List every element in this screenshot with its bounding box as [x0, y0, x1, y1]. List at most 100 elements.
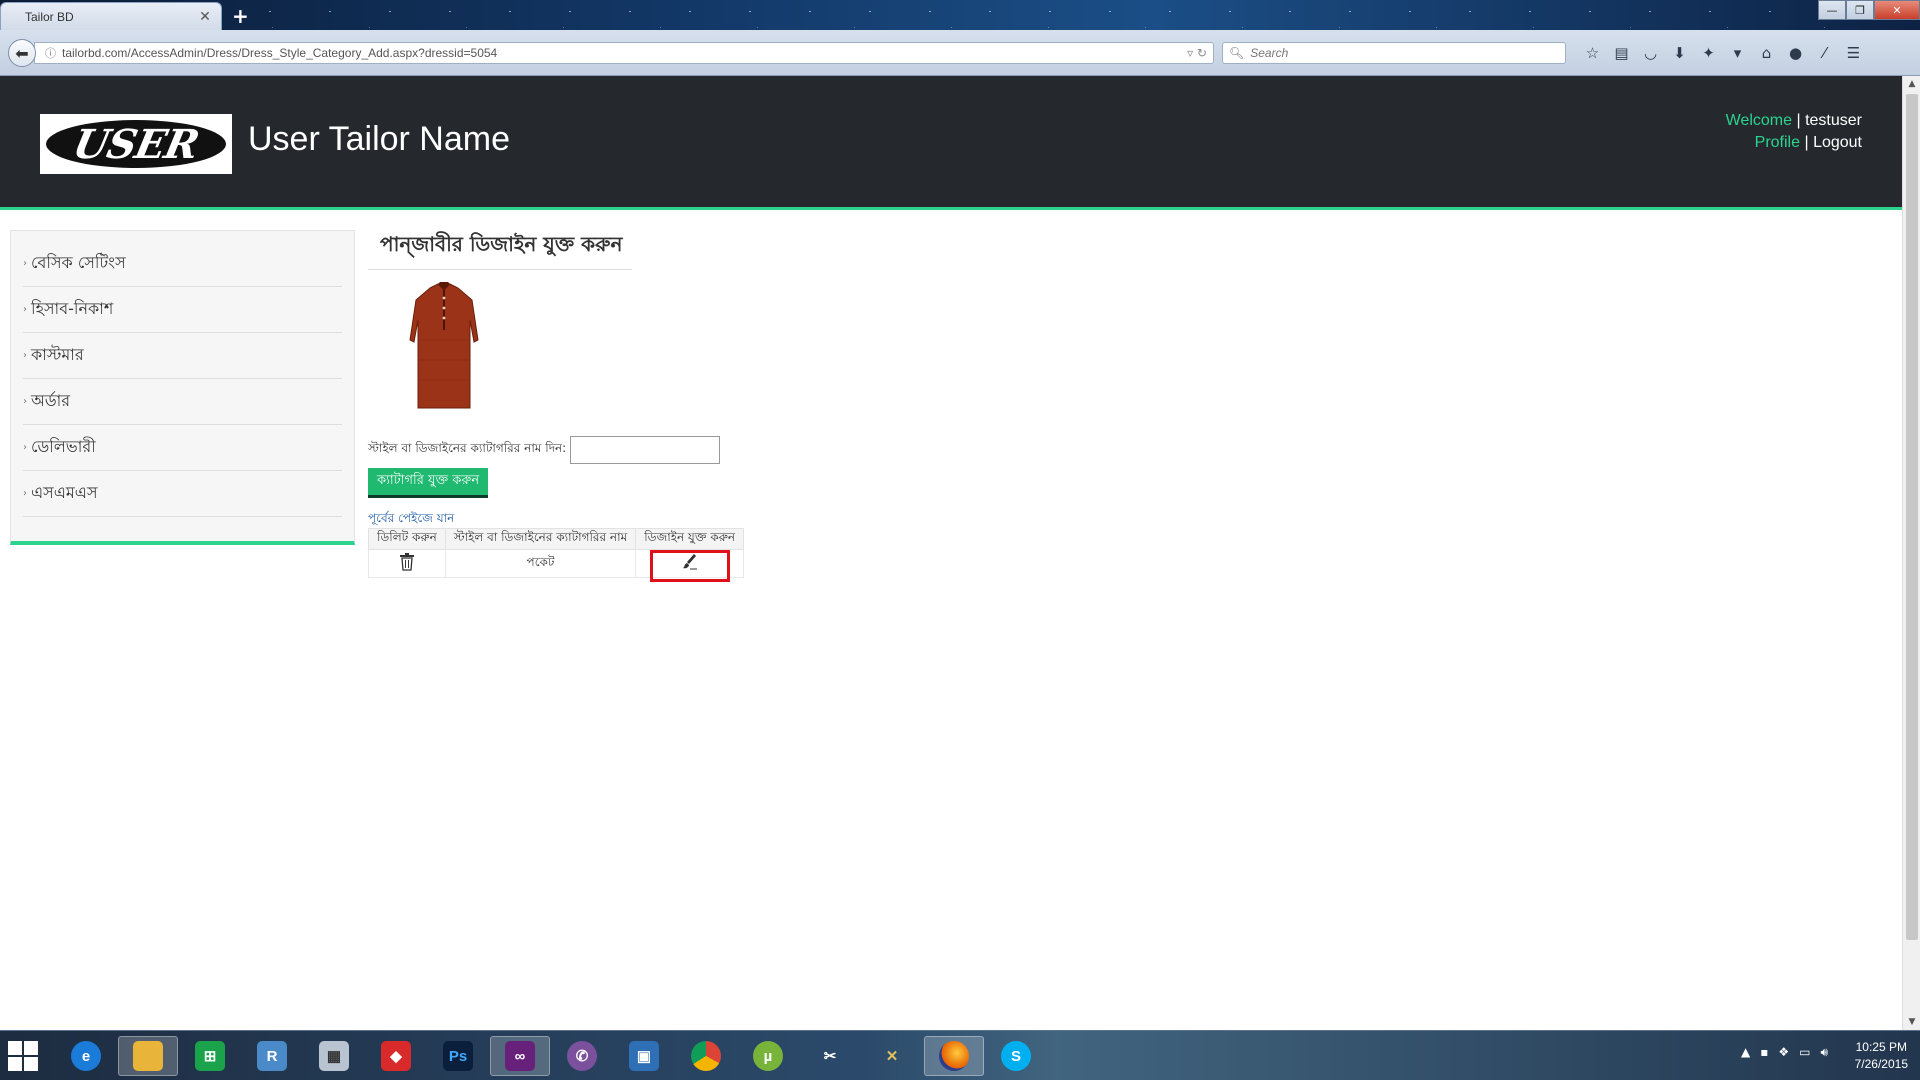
minimize-button[interactable]: —	[1818, 0, 1846, 20]
web-page: USER User Tailor Name Welcome | testuser…	[0, 76, 1902, 1030]
add-design-cell	[635, 549, 745, 582]
sidebar-item-delivery[interactable]: › ডেলিভারী	[23, 425, 342, 471]
visual-studio-icon[interactable]: ∞	[490, 1036, 550, 1076]
browser-navbar: ⓘ tailorbd.com/AccessAdmin/Dress/Dress_S…	[0, 30, 1920, 76]
menu-icon[interactable]: ☰	[1839, 42, 1868, 64]
network-icon[interactable]: ▣	[614, 1036, 674, 1076]
sidebar-item-basic-settings[interactable]: › বেসিক সেটিংস	[23, 241, 342, 287]
logout-link[interactable]: Logout	[1813, 134, 1862, 151]
viber-icon[interactable]: ✆	[552, 1036, 612, 1076]
sidebar-item-order[interactable]: › অর্ডার	[23, 379, 342, 425]
scroll-down-arrow-icon[interactable]: ▼	[1903, 1014, 1920, 1030]
separator: |	[1796, 112, 1801, 129]
tray-app-icon[interactable]: ▪	[1760, 1045, 1768, 1060]
volume-icon[interactable]: 🔊︎	[1820, 1045, 1828, 1060]
chevron-right-icon: ›	[23, 304, 27, 315]
table-row: পকেট	[368, 549, 745, 582]
page-scrollbar[interactable]: ▲ ▼	[1902, 76, 1920, 1030]
sidebar-menu: › বেসিক সেটিংস › হিসাব-নিকাশ › কাস্টমার …	[10, 230, 355, 545]
tray-expand-icon[interactable]: ▲	[1741, 1045, 1750, 1060]
chat-icon[interactable]: ●	[1781, 42, 1810, 64]
browser-tab-active[interactable]: Tailor BD ✕	[0, 2, 222, 30]
calculator-icon[interactable]: ▦	[304, 1036, 364, 1076]
trash-icon[interactable]	[399, 553, 415, 571]
internet-explorer-icon[interactable]: e	[56, 1036, 116, 1076]
badminton-icon[interactable]: ✂	[800, 1036, 860, 1076]
network-status-icon[interactable]: ▭	[1799, 1045, 1810, 1060]
pocket-icon[interactable]: ◡	[1636, 42, 1665, 64]
window-controls: — ❐ ✕	[1818, 0, 1920, 20]
file-explorer-icon[interactable]	[118, 1036, 178, 1076]
addon-icon[interactable]: ⁄	[1810, 42, 1839, 64]
site-header: USER User Tailor Name Welcome | testuser…	[0, 76, 1902, 210]
sidebar-item-label: এসএমএস	[31, 483, 98, 502]
restore-button[interactable]: ❐	[1846, 0, 1874, 20]
system-clock[interactable]: 10:25 PM 7/26/2015	[1855, 1039, 1908, 1073]
category-name-cell: পকেট	[444, 549, 637, 578]
sidebar-item-label: ডেলিভারী	[31, 437, 96, 456]
home-icon[interactable]: ⌂	[1752, 42, 1781, 64]
page-title: পান্জাবীর ডিজাইন যুক্ত করুন	[368, 230, 633, 270]
username: testuser	[1805, 112, 1862, 129]
reading-list-icon[interactable]: ▤	[1607, 42, 1636, 64]
scroll-up-arrow-icon[interactable]: ▲	[1903, 76, 1920, 92]
clock-time: 10:25 PM	[1855, 1040, 1907, 1054]
category-form-row: স্টাইল বা ডিজাইনের ক্যাটাগরির নাম দিন:	[368, 436, 721, 464]
search-input[interactable]	[1250, 46, 1551, 60]
category-table: ডিলিট করুন স্টাইল বা ডিজাইনের ক্যাটাগরির…	[368, 528, 745, 582]
skype-icon[interactable]: S	[986, 1036, 1046, 1076]
site-identity-icon[interactable]: ⓘ	[45, 45, 56, 61]
dropdown-icon[interactable]: ▾	[1723, 42, 1752, 64]
chrome-icon[interactable]	[676, 1036, 736, 1076]
main-content: পান্জাবীর ডিজাইন যুক্ত করুন স্টাইল বা ডি…	[368, 230, 745, 582]
browser-titlebar: Tailor BD ✕ + — ❐ ✕	[0, 0, 1920, 30]
browser-toolbar: ☆ ▤ ◡ ⬇ ✦ ▾ ⌂ ● ⁄ ☰	[1578, 42, 1868, 64]
close-window-button[interactable]: ✕	[1874, 0, 1920, 20]
start-icon[interactable]	[8, 1041, 40, 1071]
url-bar[interactable]: ⓘ tailorbd.com/AccessAdmin/Dress/Dress_S…	[34, 42, 1214, 64]
logo-text: USER	[69, 120, 203, 168]
highlight-box	[650, 550, 731, 582]
welcome-label: Welcome	[1725, 112, 1793, 129]
bookmark-star-icon[interactable]: ☆	[1578, 42, 1607, 64]
chevron-right-icon: ›	[23, 258, 27, 269]
profile-link[interactable]: Profile	[1755, 134, 1800, 151]
reader-icon[interactable]: R	[242, 1036, 302, 1076]
solitaire-icon[interactable]: ◆	[366, 1036, 426, 1076]
back-button[interactable]: ⬅	[8, 39, 36, 67]
extension-icon[interactable]: ✦	[1694, 42, 1723, 64]
chevron-right-icon: ›	[23, 396, 27, 407]
tools-icon[interactable]: ✕	[862, 1036, 922, 1076]
back-arrow-icon: ⬅	[15, 43, 29, 63]
search-icon: 🔍︎	[1229, 46, 1245, 60]
site-logo[interactable]: USER	[40, 114, 232, 174]
add-category-button[interactable]: ক্যাটাগরি যুক্ত করুন	[368, 468, 489, 498]
category-name-input[interactable]	[570, 436, 721, 464]
dropbox-icon[interactable]: ❖	[1778, 1045, 1789, 1060]
separator: |	[1804, 134, 1809, 151]
firefox-icon[interactable]	[924, 1036, 984, 1076]
delete-cell	[368, 549, 446, 578]
titlebar-background	[0, 0, 1920, 30]
search-bar[interactable]: 🔍︎	[1222, 42, 1566, 64]
previous-page-link[interactable]: পূর্বের পেইজে যান	[368, 510, 454, 530]
store-icon[interactable]: ⊞	[180, 1036, 240, 1076]
sidebar-item-customer[interactable]: › কাস্টমার	[23, 333, 342, 379]
reload-icon[interactable]: ▿ ↻	[1187, 46, 1213, 60]
download-icon[interactable]: ⬇	[1665, 42, 1694, 64]
new-tab-button[interactable]: +	[232, 4, 249, 28]
chevron-right-icon: ›	[23, 350, 27, 361]
utorrent-icon[interactable]: µ	[738, 1036, 798, 1076]
taskbar-pinned-apps: e ⊞ R ▦ ◆ Ps ∞ ✆ ▣ µ ✂ ✕ S	[56, 1036, 1046, 1076]
url-text[interactable]: tailorbd.com/AccessAdmin/Dress/Dress_Sty…	[62, 46, 1187, 60]
tab-close-icon[interactable]: ✕	[197, 9, 213, 25]
scroll-thumb[interactable]	[1906, 94, 1918, 940]
windows-taskbar: e ⊞ R ▦ ◆ Ps ∞ ✆ ▣ µ ✂ ✕ S ▲ ▪ ❖ ▭ 🔊︎ 10…	[0, 1030, 1920, 1080]
sidebar-item-label: কাস্টমার	[31, 345, 84, 364]
header-category-name: স্টাইল বা ডিজাইনের ক্যাটাগরির নাম	[444, 528, 637, 550]
system-tray: ▲ ▪ ❖ ▭ 🔊︎	[1741, 1045, 1828, 1060]
chevron-right-icon: ›	[23, 442, 27, 453]
sidebar-item-sms[interactable]: › এসএমএস	[23, 471, 342, 517]
sidebar-item-accounts[interactable]: › হিসাব-নিকাশ	[23, 287, 342, 333]
photoshop-icon[interactable]: Ps	[428, 1036, 488, 1076]
